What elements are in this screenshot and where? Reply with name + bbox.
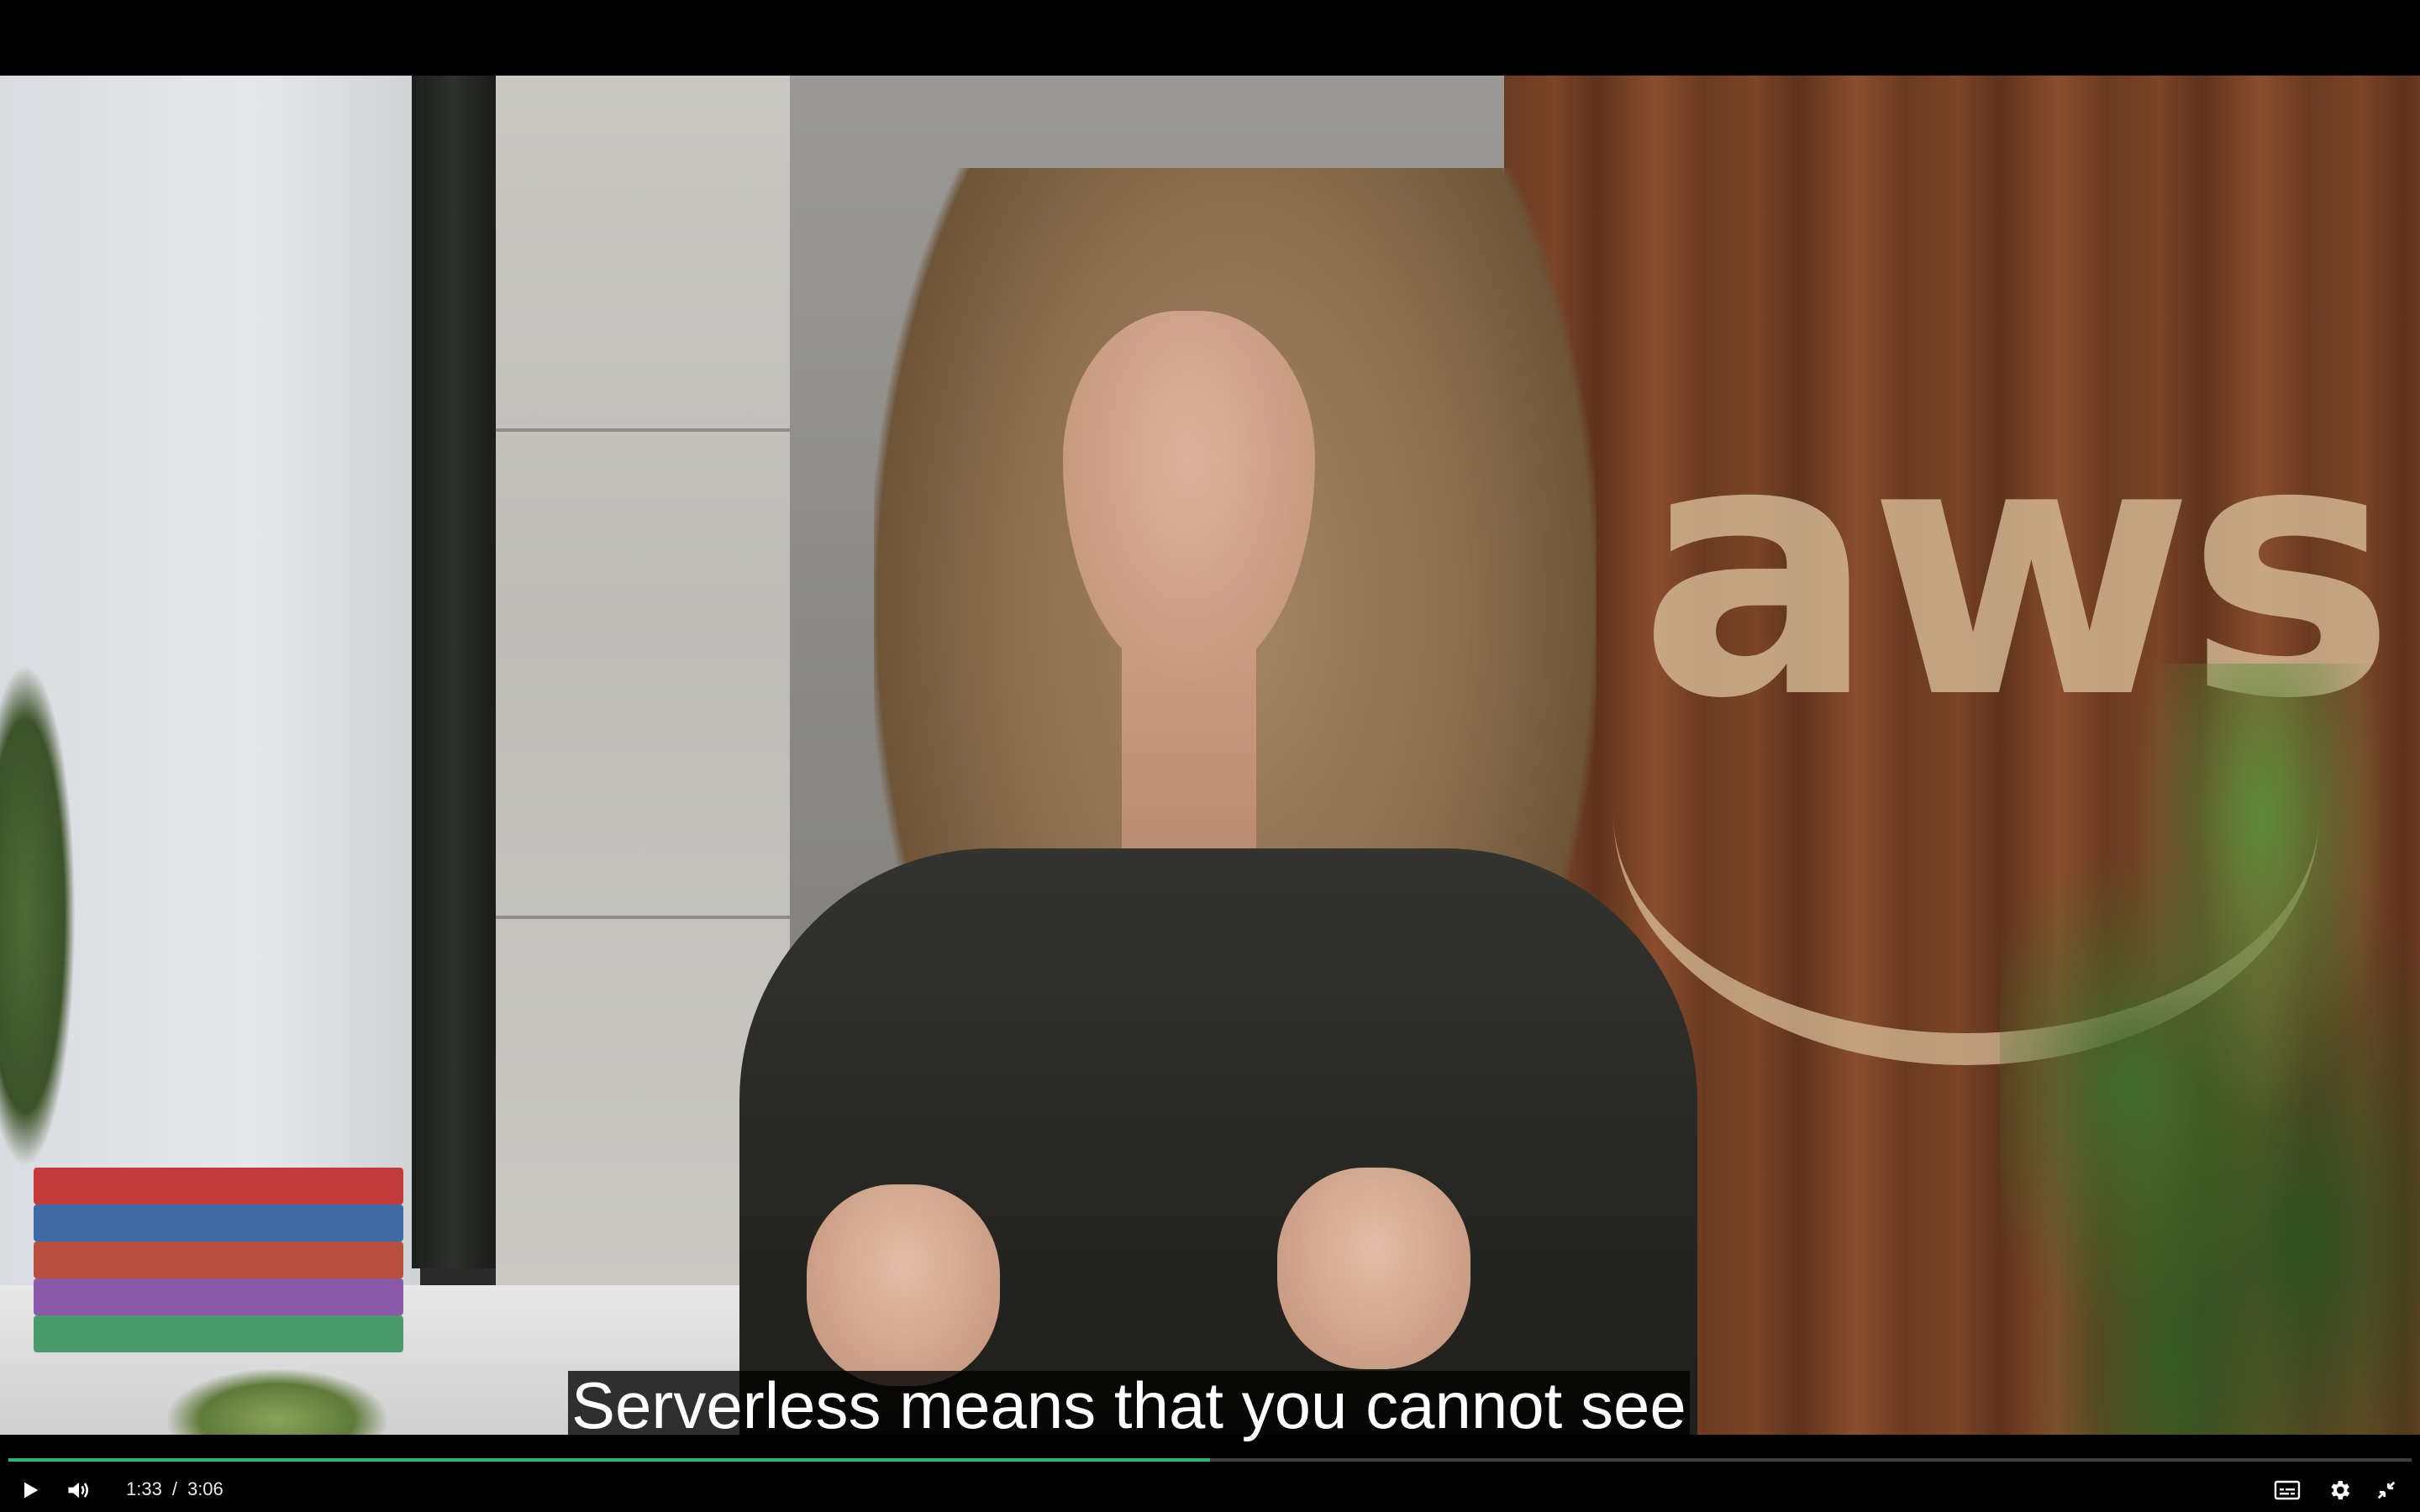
- book: [34, 1205, 403, 1242]
- duration: 3:06: [187, 1478, 224, 1499]
- progress-played: [8, 1458, 1210, 1462]
- plant-left: [0, 664, 76, 1168]
- book: [34, 1168, 403, 1205]
- control-bar: 1:33 / 3:06: [0, 1465, 2420, 1512]
- book: [34, 1315, 403, 1352]
- plant-right: [2000, 664, 2420, 1435]
- video-scene: aws: [0, 76, 2420, 1435]
- presenter-hand: [807, 1184, 1000, 1386]
- panel-seam: [496, 916, 790, 919]
- time-separator: /: [171, 1478, 177, 1499]
- play-icon: [24, 1482, 39, 1499]
- book: [34, 1278, 403, 1315]
- settings-button[interactable]: [2323, 1473, 2356, 1507]
- play-button[interactable]: [13, 1473, 47, 1507]
- progress-bar[interactable]: [8, 1458, 2412, 1462]
- volume-icon: [68, 1482, 88, 1499]
- background-window-frame: [412, 76, 496, 1268]
- current-time: 1:33: [126, 1478, 162, 1499]
- presenter-neck: [1122, 647, 1256, 882]
- gear-icon: [2331, 1481, 2350, 1499]
- panel-seam: [496, 428, 790, 432]
- video-player[interactable]: aws Serverless means that you cannot see: [0, 0, 2420, 1512]
- video-frame[interactable]: aws: [0, 76, 2420, 1435]
- volume-button[interactable]: [62, 1473, 96, 1507]
- exit-fullscreen-icon: [2377, 1481, 2396, 1499]
- book: [34, 1242, 403, 1278]
- presenter-hand: [1277, 1168, 1470, 1369]
- succulent-plant: [168, 1369, 387, 1435]
- captions-icon: [2274, 1480, 2301, 1500]
- captions-button[interactable]: [2270, 1473, 2304, 1507]
- subtitle-caption: Serverless means that you cannot see: [568, 1371, 1690, 1440]
- exit-fullscreen-button[interactable]: [2370, 1473, 2403, 1507]
- time-display: 1:33 / 3:06: [126, 1478, 224, 1500]
